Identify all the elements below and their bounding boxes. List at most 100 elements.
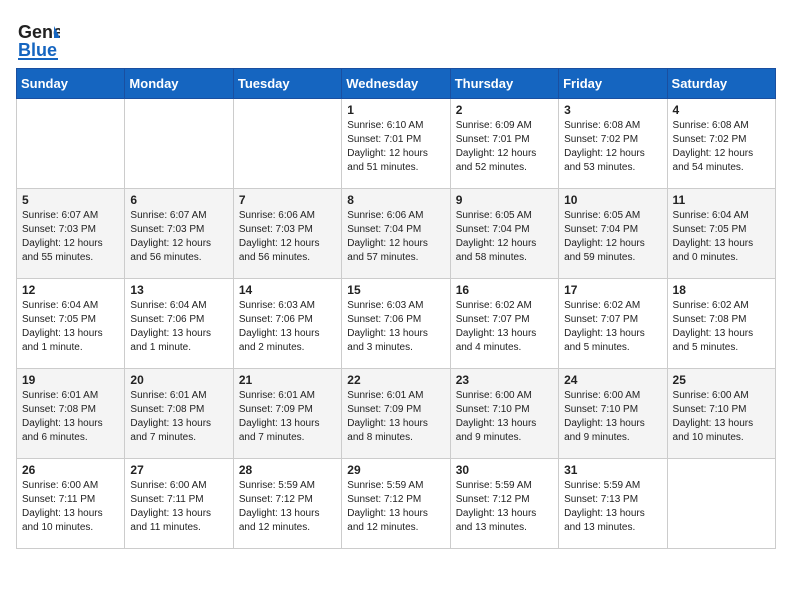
calendar-cell: 21 Sunrise: 6:01 AM Sunset: 7:09 PM Dayli… (233, 369, 341, 459)
day-number: 22 (347, 373, 444, 387)
day-number: 1 (347, 103, 444, 117)
day-number: 17 (564, 283, 661, 297)
day-number: 15 (347, 283, 444, 297)
cell-info: Sunrise: 6:00 AM Sunset: 7:11 PM Dayligh… (130, 479, 227, 535)
cell-info: Sunrise: 6:07 AM Sunset: 7:03 PM Dayligh… (22, 209, 119, 265)
day-number: 6 (130, 193, 227, 207)
calendar-week-row: 19 Sunrise: 6:01 AM Sunset: 7:08 PM Dayli… (17, 369, 776, 459)
calendar-cell: 2 Sunrise: 6:09 AM Sunset: 7:01 PM Daylig… (450, 99, 558, 189)
cell-info: Sunrise: 6:00 AM Sunset: 7:10 PM Dayligh… (673, 389, 770, 445)
calendar-week-row: 26 Sunrise: 6:00 AM Sunset: 7:11 PM Dayli… (17, 459, 776, 549)
day-of-week-header: Saturday (667, 69, 775, 99)
cell-info: Sunrise: 6:00 AM Sunset: 7:11 PM Dayligh… (22, 479, 119, 535)
calendar-cell: 13 Sunrise: 6:04 AM Sunset: 7:06 PM Dayli… (125, 279, 233, 369)
calendar-cell: 11 Sunrise: 6:04 AM Sunset: 7:05 PM Dayli… (667, 189, 775, 279)
day-number: 26 (22, 463, 119, 477)
calendar-cell: 10 Sunrise: 6:05 AM Sunset: 7:04 PM Dayli… (559, 189, 667, 279)
day-number: 31 (564, 463, 661, 477)
calendar-cell: 4 Sunrise: 6:08 AM Sunset: 7:02 PM Daylig… (667, 99, 775, 189)
calendar-cell: 28 Sunrise: 5:59 AM Sunset: 7:12 PM Dayli… (233, 459, 341, 549)
cell-info: Sunrise: 6:08 AM Sunset: 7:02 PM Dayligh… (564, 119, 661, 175)
day-number: 18 (673, 283, 770, 297)
day-number: 5 (22, 193, 119, 207)
calendar-cell: 15 Sunrise: 6:03 AM Sunset: 7:06 PM Dayli… (342, 279, 450, 369)
calendar-cell: 19 Sunrise: 6:01 AM Sunset: 7:08 PM Dayli… (17, 369, 125, 459)
svg-text:Blue: Blue (18, 40, 57, 60)
day-number: 28 (239, 463, 336, 477)
logo: General Blue (16, 16, 60, 60)
day-number: 4 (673, 103, 770, 117)
day-number: 25 (673, 373, 770, 387)
cell-info: Sunrise: 6:05 AM Sunset: 7:04 PM Dayligh… (456, 209, 553, 265)
calendar-cell: 25 Sunrise: 6:00 AM Sunset: 7:10 PM Dayli… (667, 369, 775, 459)
calendar-week-row: 12Sunrise: 6:04 AM Sunset: 7:05 PM Dayli… (17, 279, 776, 369)
calendar-week-row: 5 Sunrise: 6:07 AM Sunset: 7:03 PM Daylig… (17, 189, 776, 279)
calendar-cell: 14 Sunrise: 6:03 AM Sunset: 7:06 PM Dayli… (233, 279, 341, 369)
day-number: 23 (456, 373, 553, 387)
cell-info: Sunrise: 6:06 AM Sunset: 7:04 PM Dayligh… (347, 209, 444, 265)
page-header: General Blue (16, 16, 776, 60)
calendar-cell: 5 Sunrise: 6:07 AM Sunset: 7:03 PM Daylig… (17, 189, 125, 279)
calendar-cell: 29 Sunrise: 5:59 AM Sunset: 7:12 PM Dayli… (342, 459, 450, 549)
day-number: 16 (456, 283, 553, 297)
cell-info: Sunrise: 6:01 AM Sunset: 7:08 PM Dayligh… (22, 389, 119, 445)
cell-info: Sunrise: 5:59 AM Sunset: 7:13 PM Dayligh… (564, 479, 661, 535)
svg-text:General: General (18, 22, 60, 42)
day-number: 2 (456, 103, 553, 117)
day-of-week-header: Thursday (450, 69, 558, 99)
cell-info: Sunrise: 6:03 AM Sunset: 7:06 PM Dayligh… (347, 299, 444, 355)
day-number: 3 (564, 103, 661, 117)
calendar-cell (125, 99, 233, 189)
calendar-cell: 20Sunrise: 6:01 AM Sunset: 7:08 PM Dayli… (125, 369, 233, 459)
day-number: 19 (22, 373, 119, 387)
calendar-cell: 22 Sunrise: 6:01 AM Sunset: 7:09 PM Dayli… (342, 369, 450, 459)
cell-info: Sunrise: 6:03 AM Sunset: 7:06 PM Dayligh… (239, 299, 336, 355)
day-number: 10 (564, 193, 661, 207)
day-number: 14 (239, 283, 336, 297)
day-number: 13 (130, 283, 227, 297)
day-number: 9 (456, 193, 553, 207)
cell-info: Sunrise: 6:09 AM Sunset: 7:01 PM Dayligh… (456, 119, 553, 175)
calendar-cell (667, 459, 775, 549)
cell-info: Sunrise: 5:59 AM Sunset: 7:12 PM Dayligh… (347, 479, 444, 535)
calendar-week-row: 1 Sunrise: 6:10 AM Sunset: 7:01 PM Daylig… (17, 99, 776, 189)
cell-info: Sunrise: 6:05 AM Sunset: 7:04 PM Dayligh… (564, 209, 661, 265)
calendar-cell: 9 Sunrise: 6:05 AM Sunset: 7:04 PM Daylig… (450, 189, 558, 279)
cell-info: Sunrise: 6:01 AM Sunset: 7:09 PM Dayligh… (347, 389, 444, 445)
calendar-cell: 26 Sunrise: 6:00 AM Sunset: 7:11 PM Dayli… (17, 459, 125, 549)
calendar-cell (17, 99, 125, 189)
calendar-cell: 18 Sunrise: 6:02 AM Sunset: 7:08 PM Dayli… (667, 279, 775, 369)
cell-info: Sunrise: 6:10 AM Sunset: 7:01 PM Dayligh… (347, 119, 444, 175)
calendar-cell: 31 Sunrise: 5:59 AM Sunset: 7:13 PM Dayli… (559, 459, 667, 549)
day-number: 29 (347, 463, 444, 477)
day-number: 8 (347, 193, 444, 207)
cell-info: Sunrise: 6:02 AM Sunset: 7:08 PM Dayligh… (673, 299, 770, 355)
cell-info: Sunrise: 5:59 AM Sunset: 7:12 PM Dayligh… (239, 479, 336, 535)
cell-info: Sunrise: 6:00 AM Sunset: 7:10 PM Dayligh… (456, 389, 553, 445)
cell-info: Sunrise: 6:08 AM Sunset: 7:02 PM Dayligh… (673, 119, 770, 175)
calendar-cell: 24Sunrise: 6:00 AM Sunset: 7:10 PM Dayli… (559, 369, 667, 459)
cell-info: Sunrise: 6:07 AM Sunset: 7:03 PM Dayligh… (130, 209, 227, 265)
cell-info: Sunrise: 6:02 AM Sunset: 7:07 PM Dayligh… (456, 299, 553, 355)
calendar-table: SundayMondayTuesdayWednesdayThursdayFrid… (16, 68, 776, 549)
day-number: 21 (239, 373, 336, 387)
calendar-cell: 8 Sunrise: 6:06 AM Sunset: 7:04 PM Daylig… (342, 189, 450, 279)
cell-info: Sunrise: 6:04 AM Sunset: 7:06 PM Dayligh… (130, 299, 227, 355)
day-number: 12 (22, 283, 119, 297)
calendar-cell: 17Sunrise: 6:02 AM Sunset: 7:07 PM Dayli… (559, 279, 667, 369)
cell-info: Sunrise: 6:04 AM Sunset: 7:05 PM Dayligh… (673, 209, 770, 265)
cell-info: Sunrise: 6:06 AM Sunset: 7:03 PM Dayligh… (239, 209, 336, 265)
cell-info: Sunrise: 6:01 AM Sunset: 7:09 PM Dayligh… (239, 389, 336, 445)
day-of-week-header: Monday (125, 69, 233, 99)
day-of-week-header: Wednesday (342, 69, 450, 99)
calendar-cell: 12Sunrise: 6:04 AM Sunset: 7:05 PM Dayli… (17, 279, 125, 369)
calendar-cell: 1 Sunrise: 6:10 AM Sunset: 7:01 PM Daylig… (342, 99, 450, 189)
calendar-cell: 3 Sunrise: 6:08 AM Sunset: 7:02 PM Daylig… (559, 99, 667, 189)
calendar-cell: 16 Sunrise: 6:02 AM Sunset: 7:07 PM Dayli… (450, 279, 558, 369)
day-of-week-header: Sunday (17, 69, 125, 99)
day-number: 30 (456, 463, 553, 477)
day-number: 11 (673, 193, 770, 207)
day-of-week-header: Friday (559, 69, 667, 99)
calendar-cell: 6 Sunrise: 6:07 AM Sunset: 7:03 PM Daylig… (125, 189, 233, 279)
day-number: 27 (130, 463, 227, 477)
